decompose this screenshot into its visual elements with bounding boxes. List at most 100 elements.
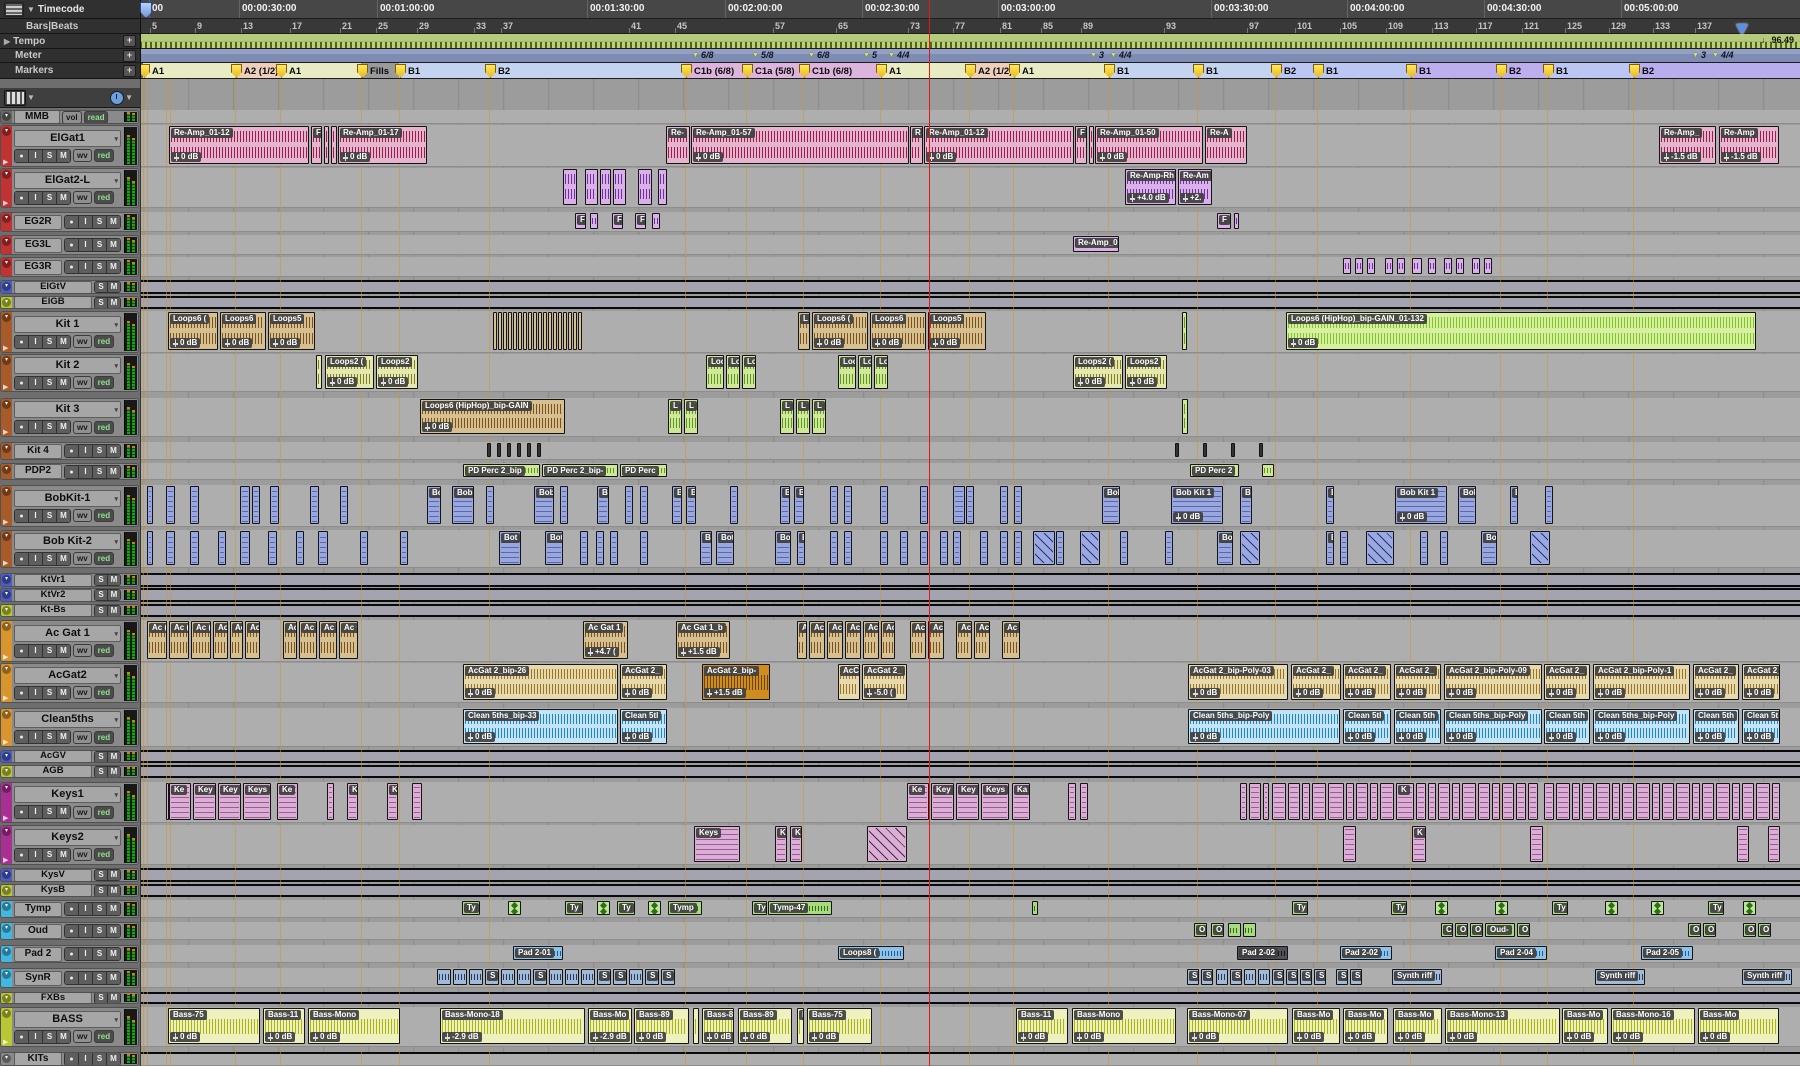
solo-button[interactable]: S: [95, 993, 108, 1003]
track-name-dropdown-icon[interactable]: ▾: [114, 360, 118, 374]
clip[interactable]: O: [1455, 923, 1468, 937]
clip[interactable]: Synth riff: [1595, 969, 1645, 985]
input-monitor-button[interactable]: I: [79, 216, 93, 228]
clip[interactable]: Clean 5tl0 dB: [620, 709, 667, 744]
solo-button[interactable]: S: [93, 948, 107, 960]
marker-flag[interactable]: B1: [1104, 64, 1129, 78]
track-name[interactable]: ElGat1▾: [14, 130, 121, 147]
marker-flag[interactable]: C1a (5/8): [742, 64, 795, 78]
automation-mode-button[interactable]: red: [94, 421, 114, 434]
mute-button[interactable]: M: [108, 282, 120, 292]
clip[interactable]: [558, 312, 562, 350]
clip-gain-badge[interactable]: 0 dB: [1447, 1032, 1477, 1042]
clip[interactable]: Lo: [726, 355, 740, 389]
clip-gain-badge[interactable]: -2.9 dB: [590, 1032, 630, 1042]
clip[interactable]: Pad 2-04: [1495, 946, 1547, 960]
mute-button[interactable]: M: [107, 261, 120, 273]
clip[interactable]: Clean 5t0 dB: [1742, 709, 1780, 744]
marker-flag[interactable]: B2: [485, 64, 510, 78]
clip[interactable]: Loops2 (0 dB: [1073, 355, 1123, 389]
marker-flag[interactable]: A2 (1/2): [965, 64, 1012, 78]
clip[interactable]: [331, 126, 337, 164]
clip[interactable]: [920, 531, 928, 565]
track-lane[interactable]: [140, 900, 1800, 918]
track-lane[interactable]: [140, 463, 1800, 480]
meter-ruler[interactable]: 6/85/86/854/434/434/4: [0, 49, 1800, 63]
automation-mode-button[interactable]: red: [94, 509, 114, 522]
clip[interactable]: Bob K: [1458, 486, 1476, 524]
track-color-strip[interactable]: ▾▶: [1, 1008, 12, 1046]
clip[interactable]: Re-Am+2.: [1178, 169, 1212, 205]
clip[interactable]: AcGat 2_0 dB: [1693, 664, 1739, 700]
marker-flag[interactable]: Fills: [357, 64, 389, 78]
marker-flag[interactable]: B1: [1193, 64, 1218, 78]
clip-gain-badge[interactable]: 0 dB: [465, 688, 495, 698]
track-lane[interactable]: [140, 296, 1800, 309]
track-color-strip[interactable]: ▾: [1, 281, 12, 293]
clip[interactable]: Clean 5tl0 dB: [1343, 709, 1391, 744]
solo-button[interactable]: S: [95, 575, 108, 585]
waveform-view-button[interactable]: wv: [73, 376, 92, 389]
marker-flag[interactable]: B2: [1496, 64, 1521, 78]
mute-button[interactable]: M: [108, 590, 120, 600]
track-lane[interactable]: [140, 280, 1800, 294]
clip[interactable]: [327, 783, 334, 820]
clip[interactable]: Clean 5ths_bip-330 dB: [463, 709, 618, 744]
input-monitor-button[interactable]: I: [79, 445, 93, 457]
clip[interactable]: B: [686, 486, 696, 524]
clip-gain-badge[interactable]: 0 dB: [926, 152, 956, 162]
clip-gain-badge[interactable]: 0 dB: [809, 1032, 839, 1042]
track-name[interactable]: Ac Gat 1▾: [14, 625, 121, 642]
track-collapse-icon[interactable]: ▾: [2, 752, 11, 761]
clip[interactable]: [469, 969, 483, 985]
track-play-icon[interactable]: ▶: [3, 344, 8, 352]
clip[interactable]: C: [1441, 923, 1453, 937]
track-color-strip[interactable]: ▾: [1, 443, 12, 459]
clip[interactable]: Synth riff: [1742, 969, 1792, 985]
record-arm-button[interactable]: [15, 687, 29, 699]
track-name[interactable]: EG3R: [14, 260, 62, 275]
track-collapse-icon[interactable]: ▾: [2, 970, 11, 979]
clip[interactable]: [1472, 258, 1480, 274]
clip[interactable]: [497, 443, 501, 457]
track-name[interactable]: Kit 4: [14, 444, 62, 459]
mute-button[interactable]: M: [57, 421, 70, 433]
track-lane[interactable]: [140, 968, 1800, 988]
clip[interactable]: [1056, 531, 1064, 565]
track-collapse-icon[interactable]: ▾: [2, 313, 11, 322]
track-lane[interactable]: [140, 398, 1800, 437]
clip[interactable]: [640, 531, 648, 565]
clip[interactable]: [240, 486, 250, 524]
record-arm-button[interactable]: [65, 239, 79, 251]
clip[interactable]: [523, 312, 527, 350]
mute-button[interactable]: M: [108, 575, 120, 585]
clip[interactable]: [1495, 901, 1508, 915]
waveform-view-button[interactable]: wv: [73, 509, 92, 522]
track-collapse-icon[interactable]: ▾: [2, 767, 11, 776]
clip[interactable]: Loops6 (HipHop)_bip-GAIN_01-1320 dB: [1286, 312, 1756, 350]
track-collapse-icon[interactable]: ▾: [2, 112, 11, 121]
clip[interactable]: [1340, 531, 1348, 565]
clip[interactable]: [640, 486, 648, 524]
clip[interactable]: Ke: [907, 783, 929, 820]
timebase-clock-icon[interactable]: [110, 91, 124, 105]
clip[interactable]: Ac: [245, 621, 260, 659]
clip-gain-badge[interactable]: 0 dB: [340, 152, 370, 162]
clip-gain-badge[interactable]: 0 dB: [1018, 1032, 1048, 1042]
track-color-strip[interactable]: ▾: [1, 605, 12, 616]
clip[interactable]: PD Perc 2: [1190, 464, 1239, 477]
clip[interactable]: [1596, 783, 1610, 820]
waveform-view-button[interactable]: wv: [73, 686, 92, 699]
clip-gain-badge[interactable]: -2.9 dB: [442, 1032, 482, 1042]
clip[interactable]: Bass-Mono-160 dB: [1611, 1008, 1695, 1044]
clip[interactable]: [1244, 969, 1256, 985]
track-name[interactable]: ElGat2-L▾: [14, 172, 121, 189]
clip[interactable]: [1263, 783, 1269, 820]
track-name[interactable]: EG2R: [14, 215, 62, 230]
input-monitor-button[interactable]: I: [29, 849, 43, 861]
clip[interactable]: [310, 486, 319, 524]
track-collapse-icon[interactable]: ▾: [2, 994, 11, 1003]
clip[interactable]: [1676, 783, 1690, 820]
track-lane[interactable]: [140, 110, 1800, 124]
input-monitor-button[interactable]: I: [79, 903, 93, 915]
